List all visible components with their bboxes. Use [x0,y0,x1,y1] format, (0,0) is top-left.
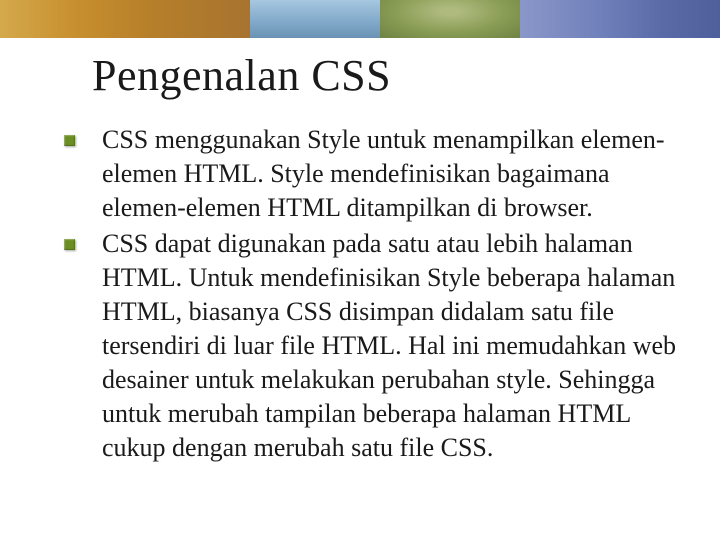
bullet-list: CSS menggunakan Style untuk menampilkan … [40,123,692,465]
list-item: CSS menggunakan Style untuk menampilkan … [40,123,692,225]
banner-segment [0,0,250,38]
list-item-text: CSS dapat digunakan pada satu atau lebih… [102,229,676,462]
square-bullet-icon [64,135,75,146]
square-bullet-icon [64,239,75,250]
banner-segment [250,0,380,38]
list-item-text: CSS menggunakan Style untuk menampilkan … [102,125,665,222]
banner-segment [520,0,720,38]
list-item: CSS dapat digunakan pada satu atau lebih… [40,227,692,465]
decorative-banner [0,0,720,38]
banner-segment [380,0,520,38]
slide-content: Pengenalan CSS CSS menggunakan Style unt… [0,50,720,467]
slide-title: Pengenalan CSS [92,50,692,101]
